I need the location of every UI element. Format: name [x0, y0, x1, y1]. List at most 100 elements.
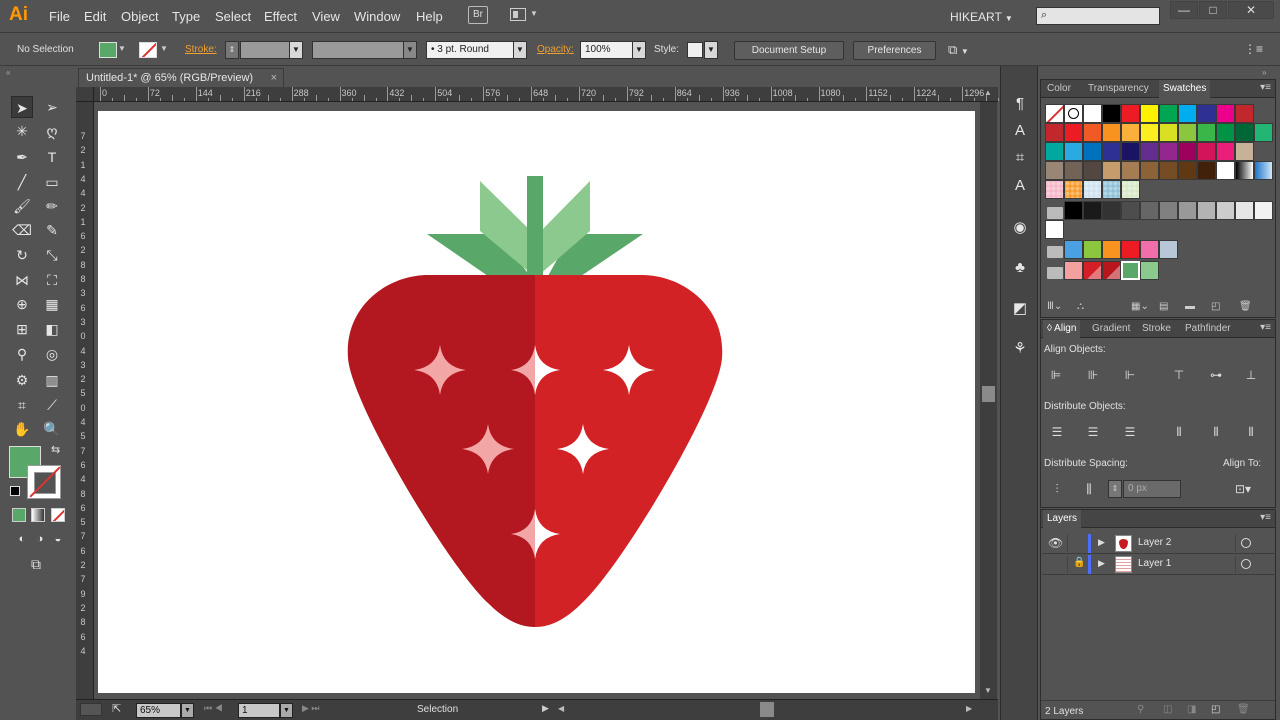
new-swatch-icon[interactable]: ◰ [1211, 301, 1220, 312]
stroke-color-swatch[interactable] [139, 42, 157, 58]
hscroll-thumb[interactable] [760, 702, 774, 717]
tab-gradient[interactable]: Gradient [1088, 320, 1134, 338]
panel-menu-icon[interactable]: ▾≡ [1260, 322, 1271, 333]
scrollbar-thumb[interactable] [982, 386, 995, 402]
show-kinds-icon[interactable]: ⛬ [1077, 301, 1084, 312]
tab-pathfinder[interactable]: Pathfinder [1181, 320, 1235, 338]
line-segment-tool-icon[interactable]: ╱ [11, 171, 33, 193]
swatch[interactable] [1083, 201, 1102, 220]
swatch-libraries-icon[interactable]: Ⅲ⌄ [1047, 301, 1062, 312]
color-group-folder-icon[interactable] [1047, 267, 1063, 279]
distribute-left-icon[interactable]: ⫴ [1171, 424, 1187, 440]
close-tab-icon[interactable]: × [271, 69, 277, 88]
swatch[interactable] [1235, 142, 1254, 161]
zoom-tool-icon[interactable]: 🔍 [41, 418, 63, 440]
strawberry-left-half[interactable] [347, 275, 535, 627]
default-fill-stroke-icon[interactable] [10, 486, 20, 496]
gpu-icon[interactable] [80, 703, 102, 716]
brushes-icon[interactable]: ⚘ [1010, 339, 1030, 359]
rotate-tool-icon[interactable]: ↻ [11, 244, 33, 266]
swatch[interactable] [1140, 261, 1159, 280]
align-hcenter-icon[interactable]: ⊪ [1085, 367, 1101, 383]
swatch[interactable] [1140, 104, 1159, 123]
eraser-tool-icon[interactable]: ⌫ [11, 219, 33, 241]
align-right-icon[interactable]: ⊩ [1122, 367, 1138, 383]
swatch[interactable] [1083, 142, 1102, 161]
open-in-bridge-icon[interactable]: ⇱ [112, 702, 121, 715]
stroke-label[interactable]: Stroke: [185, 44, 217, 55]
swatch[interactable] [1045, 123, 1064, 142]
scroll-down-icon[interactable]: ▼ [984, 686, 992, 695]
swatch[interactable] [1197, 104, 1216, 123]
chevron-down-icon[interactable]: ▼ [118, 44, 126, 53]
opacity-dropdown[interactable]: ▼ [632, 41, 646, 59]
delete-layer-icon[interactable]: 🗑 [1237, 704, 1250, 715]
swatch[interactable] [1178, 161, 1197, 180]
brush-dropdown[interactable]: ▼ [513, 41, 527, 59]
swatch[interactable] [1159, 161, 1178, 180]
align-vcenter-icon[interactable]: ⊶ [1208, 367, 1224, 383]
swatch[interactable] [1102, 104, 1121, 123]
perspective-grid-tool-icon[interactable]: ▦ [41, 293, 63, 315]
distribute-vcenter-icon[interactable]: ☰ [1085, 424, 1101, 440]
panel-menu-icon[interactable]: ▾≡ [1260, 512, 1271, 523]
stroke-swatch[interactable] [27, 465, 61, 499]
arrange-icon[interactable]: ⧉ ▼ [948, 42, 969, 58]
swatch[interactable] [1140, 123, 1159, 142]
swatch[interactable] [1121, 123, 1140, 142]
swatch-options-icon[interactable]: ▦⌄ [1131, 301, 1149, 312]
swatch[interactable] [1159, 240, 1178, 259]
swatch[interactable] [1083, 180, 1102, 199]
menu-window[interactable]: Window [354, 9, 400, 24]
swatch[interactable] [1045, 180, 1064, 199]
swatch[interactable] [1064, 180, 1083, 199]
draw-inside-icon[interactable]: ◒ [47, 528, 69, 550]
swatch[interactable] [1064, 104, 1083, 123]
swatch[interactable] [1140, 201, 1159, 220]
collapse-toolbar-icon[interactable]: « [6, 68, 10, 77]
zoom-field[interactable]: 65% [136, 703, 181, 718]
swatch[interactable] [1216, 161, 1235, 180]
swatch[interactable] [1083, 261, 1102, 280]
swatch[interactable] [1254, 161, 1273, 180]
swatch[interactable] [1102, 240, 1121, 259]
first-artboard-icon[interactable]: ⏮ ◀ [204, 703, 223, 714]
tab-color[interactable]: Color [1043, 80, 1075, 98]
direct-selection-tool-icon[interactable]: ➢ [41, 96, 63, 118]
canvas-area[interactable] [94, 102, 980, 699]
transform-icon[interactable]: ⌗ [1010, 148, 1030, 168]
tab-swatches[interactable]: Swatches [1159, 80, 1211, 98]
swatch[interactable] [1102, 201, 1121, 220]
swatch[interactable] [1064, 161, 1083, 180]
symbols-icon[interactable]: ♣ [1010, 258, 1030, 278]
pencil-tool-icon[interactable]: ✏ [41, 195, 63, 217]
swatch[interactable] [1197, 161, 1216, 180]
free-transform-tool-icon[interactable]: ⛶ [41, 269, 63, 291]
strawberry-artwork[interactable] [98, 111, 975, 693]
new-layer-icon[interactable]: ◰ [1211, 704, 1220, 715]
gradient-mode-icon[interactable] [31, 508, 45, 522]
swatch[interactable] [1235, 123, 1254, 142]
column-graph-tool-icon[interactable]: ▥ [41, 369, 63, 391]
hand-tool-icon[interactable]: ✋ [11, 418, 33, 440]
lock-icon[interactable]: 🔒 [1073, 557, 1085, 568]
locate-object-icon[interactable]: ⚲ [1137, 704, 1144, 715]
artboard-field[interactable]: 1 [238, 703, 280, 718]
type-tool-icon[interactable]: T [41, 146, 63, 168]
opacity-field[interactable]: 100% [580, 41, 633, 59]
artboard-tool-icon[interactable]: ⌗ [11, 394, 33, 416]
slice-tool-icon[interactable]: ⟋ [41, 394, 63, 416]
scroll-right-icon[interactable]: ▶ [966, 704, 972, 713]
document-tab[interactable]: Untitled-1* @ 65% (RGB/Preview) × [78, 68, 284, 88]
menu-file[interactable]: File [49, 9, 70, 24]
swatch[interactable] [1083, 123, 1102, 142]
swatch[interactable] [1121, 142, 1140, 161]
eyedropper-tool-icon[interactable]: ⚲ [11, 343, 33, 365]
swatch[interactable] [1216, 201, 1235, 220]
swatch[interactable] [1159, 201, 1178, 220]
distribute-bottom-icon[interactable]: ☰ [1122, 424, 1138, 440]
swatch[interactable] [1235, 104, 1254, 123]
swatch[interactable] [1102, 180, 1121, 199]
bridge-button[interactable]: Br [468, 6, 488, 24]
chevron-down-icon[interactable]: ▼ [530, 9, 538, 18]
